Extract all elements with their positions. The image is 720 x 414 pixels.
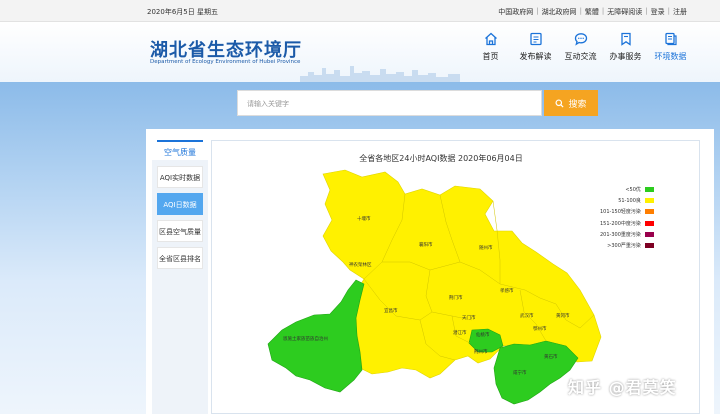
city-label[interactable]: 孝感市 bbox=[500, 288, 514, 294]
city-label[interactable]: 仙桃市 bbox=[476, 332, 490, 338]
city-label[interactable]: 荆州市 bbox=[474, 349, 488, 355]
city-label[interactable]: 咸宁市 bbox=[513, 370, 527, 376]
city-label[interactable]: 荆门市 bbox=[449, 295, 463, 301]
watermark: 知乎 @君莫笑 bbox=[568, 378, 677, 397]
city-label[interactable]: 神农架林区 bbox=[349, 262, 372, 268]
city-label[interactable]: 随州市 bbox=[479, 245, 493, 251]
city-label[interactable]: 十堰市 bbox=[357, 216, 371, 222]
city-label[interactable]: 黄石市 bbox=[544, 354, 558, 360]
city-label[interactable]: 潜江市 bbox=[453, 330, 467, 336]
city-label[interactable]: 天门市 bbox=[462, 315, 476, 321]
city-label[interactable]: 鄂州市 bbox=[533, 326, 547, 332]
city-label[interactable]: 宜昌市 bbox=[384, 308, 398, 314]
city-label[interactable]: 襄阳市 bbox=[419, 242, 433, 248]
city-label[interactable]: 恩施土家族苗族自治州 bbox=[283, 336, 328, 342]
region-xianning-huangshi[interactable] bbox=[493, 340, 579, 405]
hubei-aqi-map bbox=[267, 169, 602, 405]
city-label[interactable]: 武汉市 bbox=[520, 313, 534, 319]
city-label[interactable]: 黄冈市 bbox=[556, 313, 570, 319]
